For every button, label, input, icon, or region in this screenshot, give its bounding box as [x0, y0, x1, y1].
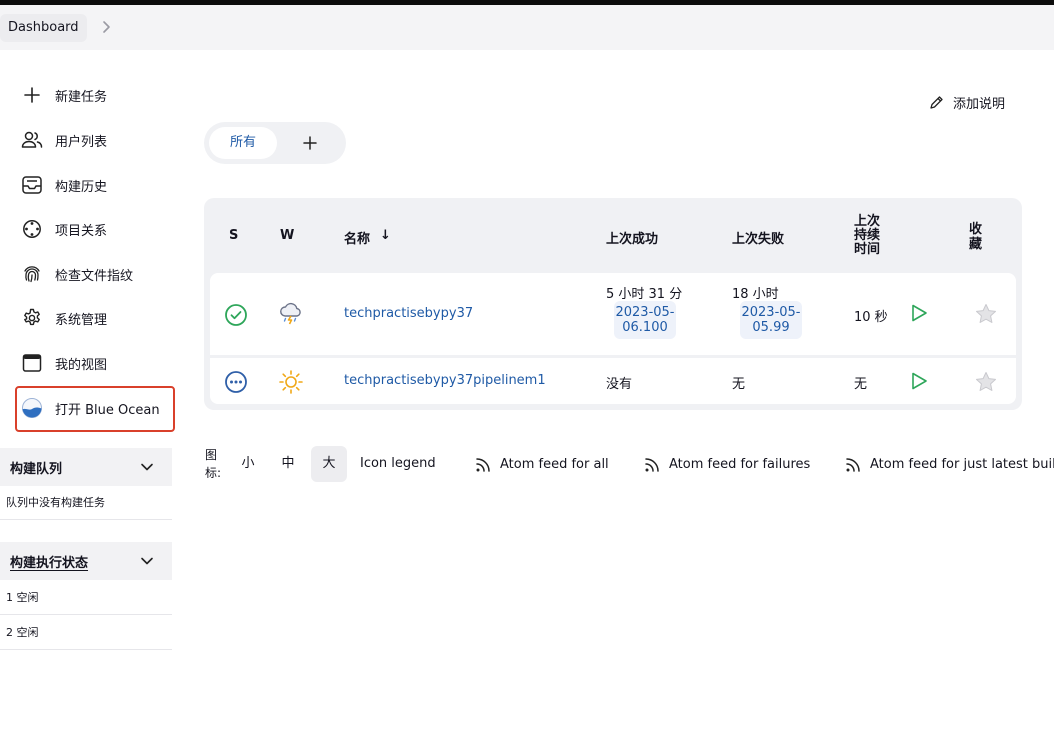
play-build-icon[interactable] — [908, 370, 930, 392]
last-failure-text: 无 — [732, 377, 746, 392]
gear-icon — [16, 306, 48, 330]
plus-icon — [16, 83, 48, 107]
col-header-weather[interactable]: W — [280, 228, 294, 243]
inbox-icon — [16, 173, 48, 197]
last-success-text: 没有 — [606, 377, 633, 392]
jobs-table: S W 名称 ↓ 上次成功 上次失败 上次持续时间 收藏 techpractis… — [204, 198, 1022, 410]
icon-size-label: 图标: — [205, 448, 222, 480]
build-queue-title: 构建队列 — [10, 461, 63, 477]
last-failure-build-link[interactable]: 2023-05-05.99 — [740, 301, 802, 339]
icon-size-large[interactable]: 大 — [311, 446, 347, 482]
task-label: 我的视图 — [55, 357, 108, 373]
task-label: 构建历史 — [55, 179, 108, 195]
executors-header[interactable]: 构建执行状态 — [0, 542, 172, 580]
task-label: 打开 Blue Ocean — [55, 402, 160, 418]
col-header-duration[interactable]: 上次持续时间 — [854, 215, 882, 257]
users-icon — [16, 128, 48, 152]
col-header-status[interactable]: S — [229, 228, 238, 243]
duration-text: 无 — [854, 377, 868, 392]
icon-size-medium[interactable]: 中 — [270, 446, 306, 482]
task-fingerprint[interactable]: 检查文件指纹 — [16, 256, 133, 292]
blue-ocean-icon — [16, 396, 48, 420]
task-build-history[interactable]: 构建历史 — [16, 167, 107, 203]
star-icon[interactable] — [974, 302, 998, 326]
task-my-views[interactable]: 我的视图 — [16, 345, 107, 381]
atom-feed-all[interactable]: Atom feed for all — [475, 454, 609, 474]
task-project-relationship[interactable]: 项目关系 — [16, 211, 107, 247]
chevron-down-icon[interactable] — [140, 554, 154, 568]
last-success-build-link[interactable]: 2023-05-06.100 — [614, 301, 676, 339]
sunny-weather-icon[interactable] — [278, 369, 304, 395]
icon-legend-link[interactable]: Icon legend — [360, 456, 436, 471]
atom-feed-failures[interactable]: Atom feed for failures — [644, 454, 810, 474]
fingerprint-icon — [16, 262, 48, 286]
duration-text: 10 秒 — [854, 310, 888, 325]
col-header-name[interactable]: 名称 — [344, 228, 370, 247]
play-build-icon[interactable] — [908, 302, 930, 324]
executor-row: 1 空闲 — [0, 580, 172, 615]
add-description-label: 添加说明 — [953, 96, 1006, 112]
tab-all[interactable]: 所有 — [209, 127, 277, 159]
rss-icon — [645, 457, 659, 472]
atom-feed-latest[interactable]: Atom feed for just latest builds — [845, 454, 1054, 474]
executors-title[interactable]: 构建执行状态 — [10, 552, 88, 571]
task-people[interactable]: 用户列表 — [16, 122, 107, 158]
build-queue-header[interactable]: 构建队列 — [0, 448, 172, 486]
task-new-item[interactable]: 新建任务 — [16, 77, 107, 113]
executor-row: 2 空闲 — [0, 615, 172, 650]
table-row: techpractisebypy37pipelinem1 没有 无 无 — [210, 358, 1016, 404]
success-status-icon[interactable] — [224, 303, 248, 327]
feed-label: Atom feed for all — [500, 456, 609, 472]
task-label: 新建任务 — [55, 89, 108, 105]
storm-weather-icon[interactable] — [278, 301, 304, 327]
feed-label: Atom feed for just latest builds — [870, 456, 1054, 472]
col-header-last-failure[interactable]: 上次失败 — [732, 228, 784, 247]
rss-icon — [476, 457, 490, 472]
add-description-link[interactable]: 添加说明 — [928, 91, 1005, 113]
add-view-button[interactable] — [298, 132, 322, 154]
view-tabs: 所有 — [204, 122, 346, 164]
table-row: techpractisebypy37 5 小时 31 分 2023-05-06.… — [210, 273, 1016, 355]
job-link[interactable]: techpractisebypy37pipelinem1 — [344, 373, 546, 388]
task-manage-jenkins[interactable]: 系统管理 — [16, 300, 107, 336]
col-header-favorite[interactable]: 收藏 — [969, 222, 983, 252]
chevron-right-icon[interactable] — [97, 17, 117, 37]
col-header-last-success[interactable]: 上次成功 — [606, 228, 658, 247]
breadcrumb-dashboard[interactable]: Dashboard — [0, 14, 87, 42]
icon-size-small[interactable]: 小 — [230, 446, 266, 482]
job-link[interactable]: techpractisebypy37 — [344, 306, 473, 321]
sort-arrow-icon[interactable]: ↓ — [380, 228, 391, 243]
last-success-text: 5 小时 31 分 — [606, 287, 683, 302]
task-open-blue-ocean[interactable]: 打开 Blue Ocean — [16, 390, 160, 426]
star-icon[interactable] — [974, 370, 998, 394]
task-label: 检查文件指纹 — [55, 268, 134, 284]
relationship-icon — [16, 217, 48, 241]
task-label: 项目关系 — [55, 223, 108, 239]
window-icon — [16, 351, 48, 375]
plus-icon — [303, 136, 317, 150]
pencil-icon — [930, 95, 943, 109]
rss-icon — [846, 457, 860, 472]
build-queue-empty: 队列中没有构建任务 — [0, 485, 172, 520]
last-failure-text: 18 小时 — [732, 287, 779, 302]
breadcrumb: Dashboard — [0, 5, 1054, 50]
chevron-down-icon[interactable] — [140, 460, 154, 474]
task-label: 系统管理 — [55, 312, 108, 328]
task-label: 用户列表 — [55, 134, 108, 150]
feed-label: Atom feed for failures — [669, 456, 811, 472]
not-built-status-icon[interactable] — [224, 370, 248, 394]
